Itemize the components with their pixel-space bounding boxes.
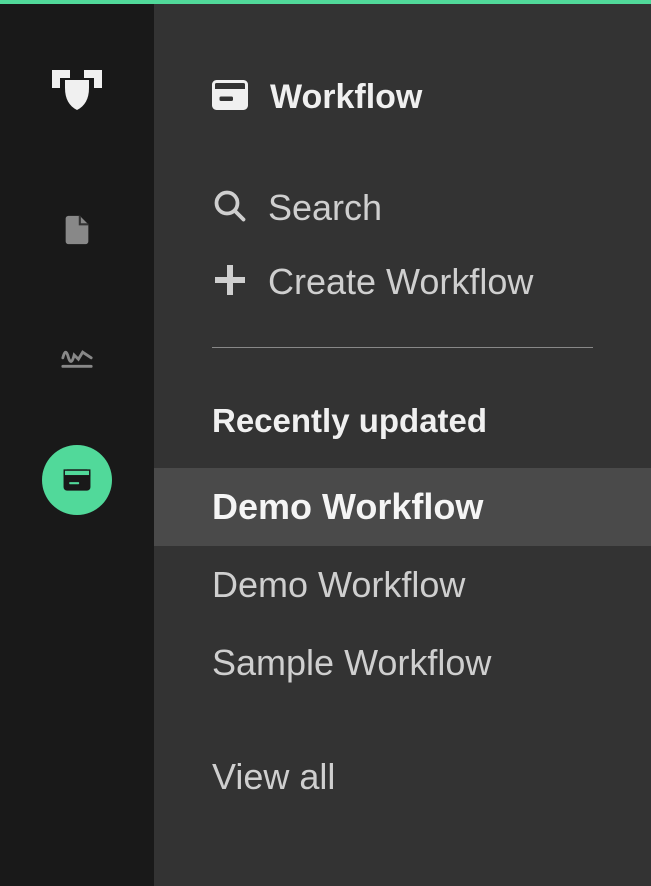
search-action[interactable]: Search [212,187,651,229]
view-all-link[interactable]: View all [154,702,651,798]
create-workflow-label: Create Workflow [268,261,533,303]
workflow-panel: Workflow Search Create Workflow Recently… [154,0,651,886]
logo-icon[interactable] [52,70,102,110]
search-icon [212,188,248,229]
icon-rail: {} [0,0,154,886]
panel-title: Workflow [270,78,422,117]
panel-actions: Search Create Workflow [154,117,651,303]
recent-item[interactable]: Demo Workflow [154,546,651,624]
recently-updated-heading: Recently updated [154,348,651,440]
rail-item-code[interactable]: {} [42,195,112,265]
panel-header: Workflow [154,0,651,117]
search-label: Search [268,187,382,229]
accent-topbar [0,0,651,4]
recent-item[interactable]: Sample Workflow [154,624,651,702]
svg-text:{}: {} [72,225,82,240]
recent-list: Demo Workflow Demo Workflow Sample Workf… [154,468,651,702]
rail-item-workflow[interactable] [42,445,112,515]
rail-item-signature[interactable] [42,320,112,390]
plus-icon [212,262,248,303]
workflow-icon [212,80,248,115]
recent-item[interactable]: Demo Workflow [154,468,651,546]
create-workflow-action[interactable]: Create Workflow [212,261,651,303]
